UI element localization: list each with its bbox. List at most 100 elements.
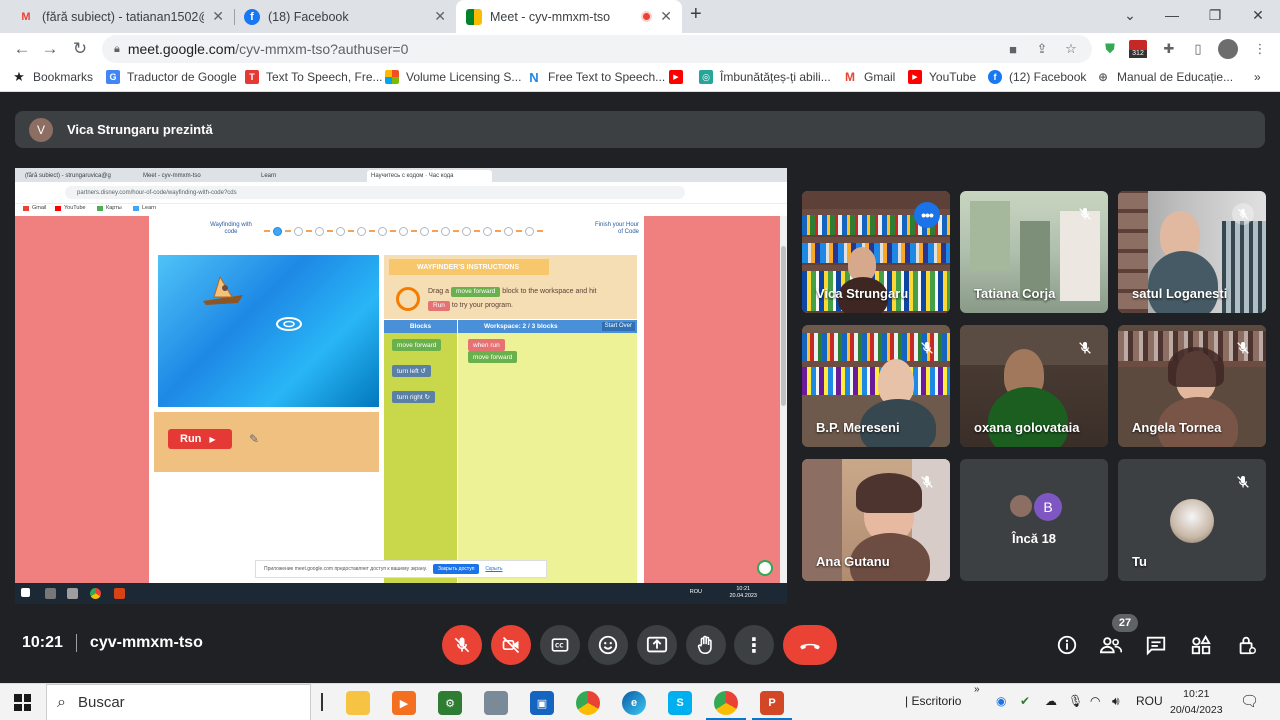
bookmark-item[interactable]: ◎ Îmbunătățeș-ți abili... [699,70,831,84]
tab-meet[interactable]: Meet - cyv-mmxm-tso ✕ [456,0,682,33]
new-tab-button[interactable]: + [690,3,702,26]
start-over-button[interactable]: Start Over [601,322,635,331]
calendar-extension-icon[interactable]: 312 [1128,39,1148,59]
bookmark-item[interactable]: ▶ YouTube [908,70,976,84]
bookmark-item[interactable]: f (12) Facebook [988,70,1086,84]
media-player-icon[interactable]: ▶ [392,691,416,715]
volume-icon[interactable]: 🔊︎ [1112,694,1120,709]
chrome-icon[interactable] [714,691,738,715]
workspace-block[interactable]: when run [468,339,505,351]
reload-icon[interactable]: ↻ [68,37,92,61]
language-indicator[interactable]: ROU [1136,694,1163,708]
profile-avatar[interactable] [1218,39,1238,59]
present-screen-button[interactable] [637,625,677,665]
back-icon[interactable]: ← [10,37,34,61]
bookmark-item[interactable]: M Gmail [843,70,895,84]
participant-tile[interactable]: B.P. Mereseni [802,325,950,447]
extension-badge: 312 [1129,50,1147,58]
participant-tile[interactable]: Angela Tornea [1118,325,1266,447]
taskbar-clock[interactable]: 10:21 20/04/2023 [1170,686,1223,718]
host-controls-icon[interactable] [1234,632,1260,658]
participant-tile[interactable]: satul Loganesti [1118,191,1266,313]
restore-button[interactable]: ❐ [1193,0,1237,30]
meeting-time: 10:21 [22,634,63,651]
more-options-icon[interactable]: ••• [914,202,940,228]
store-icon[interactable]: ▣ [530,691,554,715]
participant-tile[interactable]: ••• Vica Strungaru [802,191,950,313]
meeting-details-icon[interactable] [1054,632,1080,658]
tab-facebook[interactable]: f (18) Facebook ✕ [234,0,456,33]
chrome-icon[interactable] [576,691,600,715]
close-icon[interactable]: ✕ [434,8,446,25]
participant-tile[interactable]: Ana Gutanu [802,459,950,581]
raise-hand-button[interactable] [686,625,726,665]
palette-block[interactable]: turn left ↺ [392,365,431,377]
bookmark-item[interactable]: N Free Text to Speech... [527,70,665,85]
palette-block[interactable]: move forward [392,339,442,351]
captions-button[interactable]: CC [540,625,580,665]
side-panel-icon[interactable]: ▯ [1188,39,1208,59]
onedrive-icon[interactable]: ☁ [1045,694,1057,708]
tab-search-icon[interactable]: ⌄ [1108,0,1152,30]
notifications-icon[interactable]: 🗨︎ [1240,692,1259,710]
participant-tile[interactable]: Tatiana Corja [960,191,1108,313]
activities-icon[interactable] [1188,632,1214,658]
app-icon[interactable]: ⚙ [438,691,462,715]
participant-tile-overflow[interactable]: B Încă 18 [960,459,1108,581]
shared-taskbar: ROU 10:21 20.04.2023 [15,583,787,604]
tab-gmail[interactable]: M (fără subiect) - tatianan1502@gm ✕ [8,0,234,33]
instructions-title: WAYFINDER'S INSTRUCTIONS [389,259,549,275]
app-icon [67,588,78,599]
check-icon[interactable]: ✔ [1020,694,1030,708]
more-bookmarks-icon[interactable]: » [1254,70,1261,84]
extensions-puzzle-icon[interactable]: ✚ [1159,39,1179,59]
palette-block[interactable]: turn right ↻ [392,391,435,403]
close-window-button[interactable]: ✕ [1236,0,1280,30]
close-icon[interactable]: ✕ [660,8,672,25]
chat-icon[interactable] [1143,632,1169,658]
more-options-button[interactable]: ⋮ [734,625,774,665]
file-explorer-icon[interactable] [346,691,370,715]
hide-link[interactable]: Скрыть [485,566,502,572]
taskview-icon[interactable] [321,693,323,711]
minimize-button[interactable]: — [1150,0,1194,30]
microphone-toggle-button[interactable] [442,625,482,665]
taskbar-search[interactable]: ⌕ Buscar [46,684,311,720]
microphone-icon[interactable]: 🎙︎ [1068,694,1083,708]
app-icon[interactable] [484,691,508,715]
chevron-icon[interactable]: » [974,684,980,695]
edge-icon[interactable]: e [622,691,646,715]
camera-icon[interactable]: ■ [1003,39,1023,59]
step-icon[interactable]: ✎ [249,432,259,446]
run-button[interactable]: Run ▶ [168,429,232,449]
people-icon[interactable] [1098,632,1124,658]
reactions-button[interactable] [588,625,628,665]
windows-start-icon[interactable] [14,694,31,711]
workspace-block[interactable]: move forward [468,351,518,363]
bookmark-item[interactable]: ★ Bookmarks [12,69,93,84]
bookmark-star-icon[interactable]: ☆ [1061,39,1081,59]
share-icon[interactable]: ⇪ [1032,39,1052,59]
bookmark-item[interactable]: Volume Licensing S... [385,70,521,84]
bookmark-item[interactable]: T Text To Speech, Fre... [245,70,383,84]
bookmark-youtube-icon[interactable]: ▶ [669,70,690,84]
desktop-toolbar[interactable]: | Escritorio [905,694,961,708]
wifi-icon[interactable]: ◠ [1090,694,1100,708]
participant-tile[interactable]: oxana golovataia [960,325,1108,447]
powerpoint-icon[interactable]: P [760,691,784,715]
skype-icon[interactable]: S [668,691,692,715]
shield-extension-icon[interactable]: ⛊ [1100,39,1120,59]
camera-toggle-button[interactable] [491,625,531,665]
bookmark-item[interactable]: ⊕ Manual de Educație... [1096,70,1233,84]
address-bar[interactable]: 🔒︎ meet.google.com/cyv-mmxm-tso?authuser… [102,35,1092,63]
stop-sharing-button[interactable]: Закрыть доступ [433,564,480,574]
tray-app-icon[interactable]: ◉ [996,694,1006,708]
close-icon[interactable]: ✕ [212,8,224,25]
participant-tile-self[interactable]: Tu [1118,459,1266,581]
bookmark-item[interactable]: G Traductor de Google [106,70,237,84]
menu-kebab-icon[interactable]: ⋮ [1250,39,1270,59]
present-icon [646,636,668,653]
forward-icon[interactable]: → [38,37,62,61]
participant-name: Vica Strungaru [816,286,909,301]
leave-call-button[interactable] [783,625,837,665]
